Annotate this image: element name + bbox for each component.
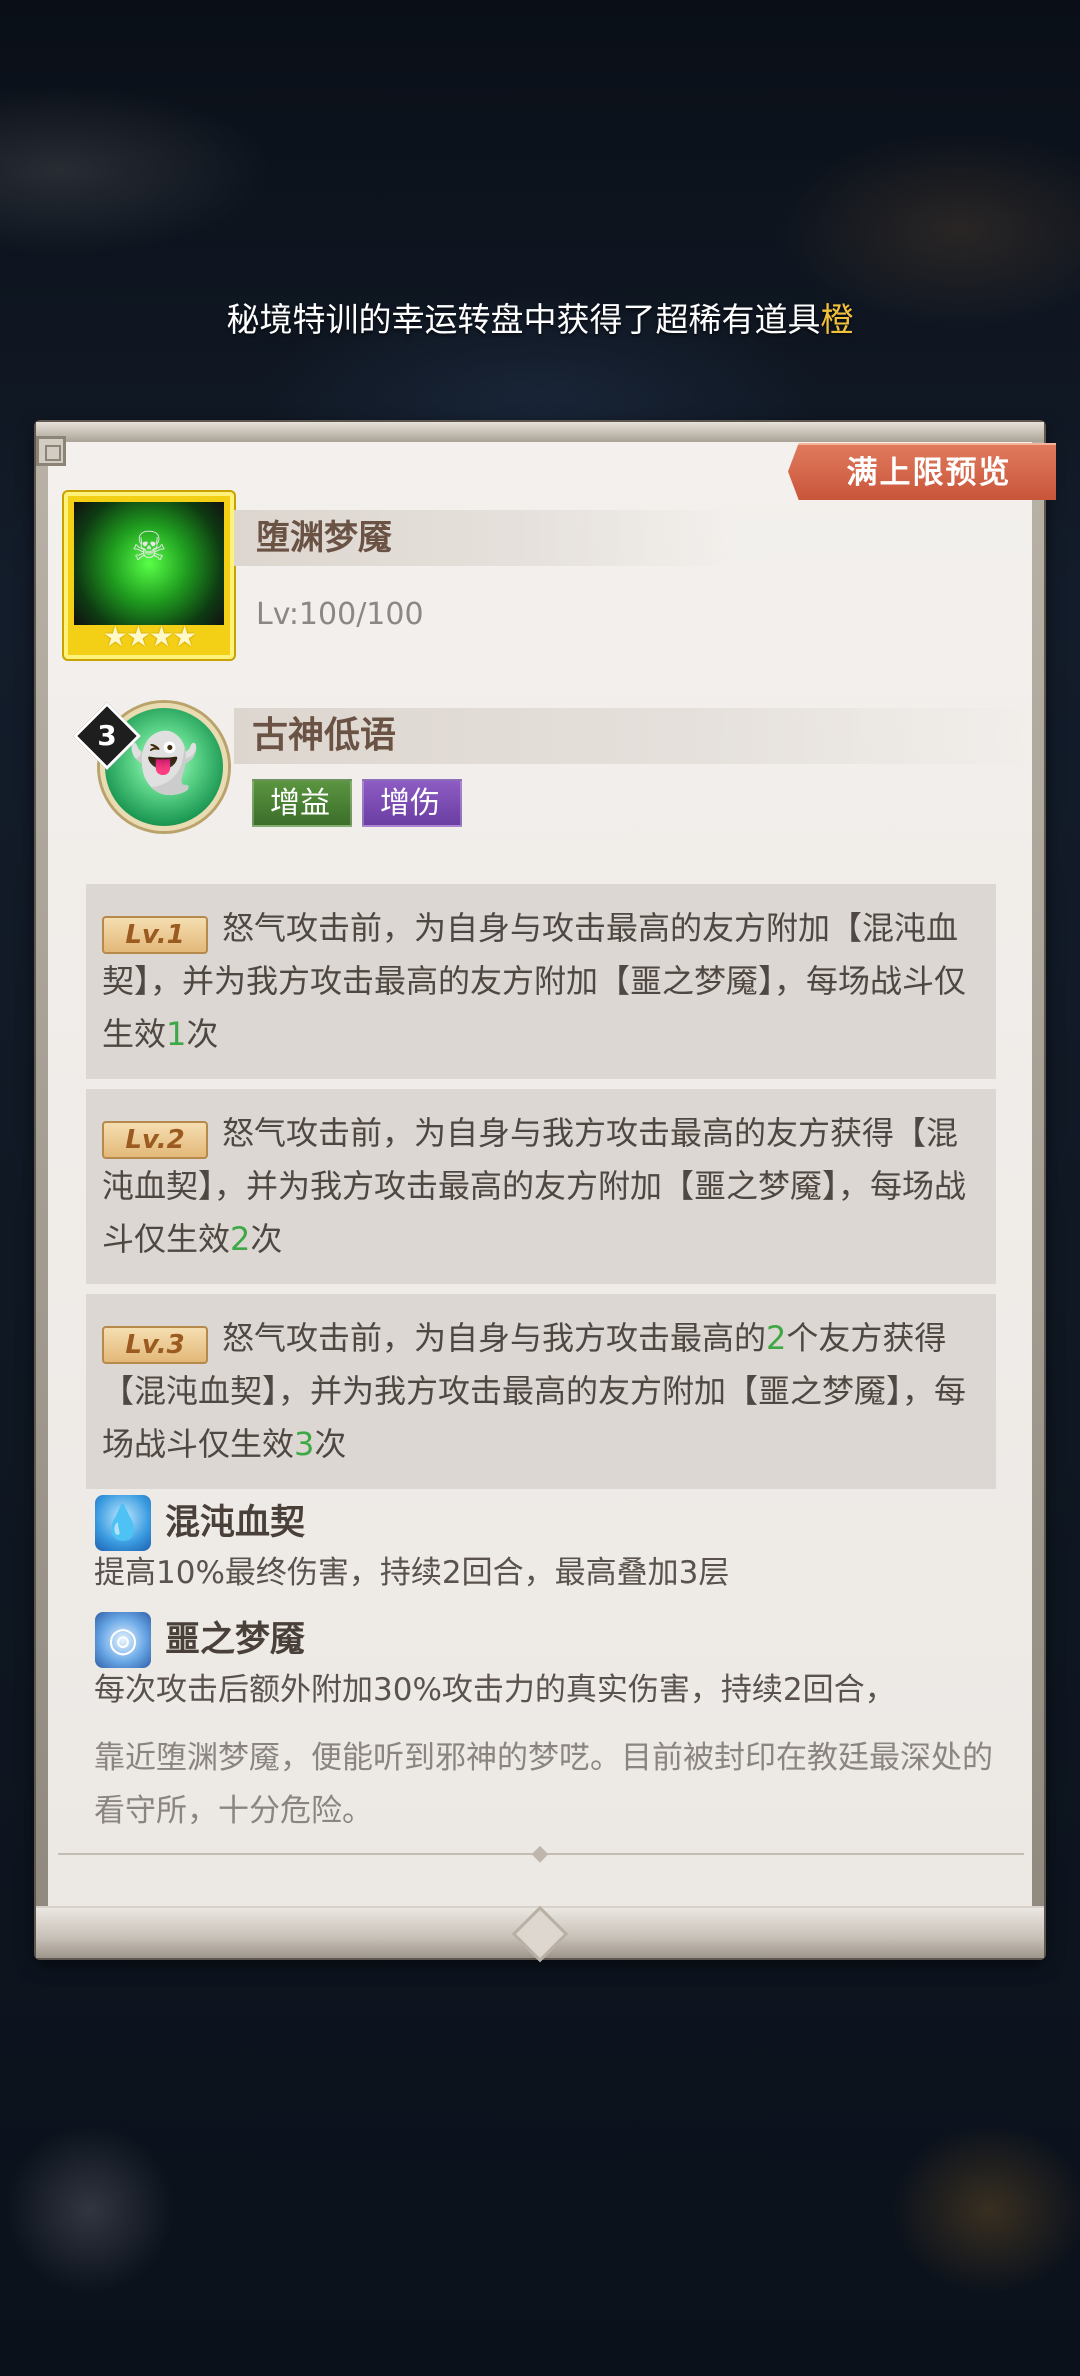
skill-name: 古神低语 bbox=[252, 715, 397, 756]
skull-icon: ☠ bbox=[131, 524, 167, 571]
water-drop-icon: 💧 bbox=[95, 1495, 151, 1551]
level-text: 怒气攻击前，为自身与攻击最高的友方附加【混沌血契】，并为我方攻击最高的友方附加【… bbox=[102, 909, 967, 1053]
eye-icon: ◎ bbox=[95, 1612, 151, 1668]
broadcast-marquee: 秘境特训的幸运转盘中获得了超稀有道具橙 bbox=[0, 290, 1080, 350]
item-name: 堕渊梦魇 bbox=[256, 518, 392, 558]
tag-buff: 增益 bbox=[252, 779, 352, 827]
level-count: 2 bbox=[230, 1220, 251, 1258]
effect-title-nightmare: 噩之梦魇 bbox=[165, 1620, 306, 1660]
skill-level-3: Lv.3 怒气攻击前，为自身与我方攻击最高的2个友方获得【混沌血契】，并为我方攻击… bbox=[86, 1294, 996, 1489]
marquee-text: 秘境特训的幸运转盘中获得了超稀有道具 bbox=[226, 300, 821, 339]
level-badge: Lv.1 bbox=[102, 916, 208, 954]
tag-damage-up: 增伤 bbox=[362, 779, 462, 827]
level-badge: Lv.3 bbox=[102, 1326, 208, 1364]
item-icon: ☠ ★★★★ bbox=[64, 492, 234, 659]
skill-level-1: Lv.1 怒气攻击前，为自身与攻击最高的友方附加【混沌血契】，并为我方攻击最高的友… bbox=[86, 884, 996, 1079]
skill-level-2: Lv.2 怒气攻击前，为自身与我方攻击最高的友方获得【混沌血契】，并为我方攻击最高… bbox=[86, 1089, 996, 1284]
star-rating: ★★★★ bbox=[102, 620, 197, 653]
marquee-highlight: 橙 bbox=[820, 300, 854, 339]
level-count: 3 bbox=[294, 1425, 315, 1463]
panel-top-frame bbox=[36, 422, 1044, 442]
effect-desc-chaos-blood-pact: 提高10%最终伤害，持续2回合，最高叠加3层 bbox=[94, 1555, 730, 1591]
level-target-count: 2 bbox=[766, 1319, 787, 1357]
max-limit-preview-button[interactable]: 满上限预览 bbox=[788, 443, 1056, 500]
level-text-suffix: 次 bbox=[250, 1220, 283, 1258]
effect-title-chaos-blood-pact: 混沌血契 bbox=[165, 1503, 306, 1543]
level-text: 怒气攻击前，为自身与我方攻击最高的 bbox=[222, 1319, 767, 1357]
level-badge: Lv.2 bbox=[102, 1121, 208, 1159]
item-level: Lv:100/100 bbox=[256, 597, 424, 632]
level-text-suffix: 次 bbox=[186, 1015, 219, 1053]
corner-ornament-top-left bbox=[36, 436, 66, 466]
effect-desc-nightmare: 每次攻击后额外附加30%攻击力的真实伤害，持续2回合， bbox=[94, 1672, 896, 1708]
level-text-suffix: 次 bbox=[314, 1425, 347, 1463]
level-count: 1 bbox=[166, 1015, 187, 1053]
item-art: ☠ bbox=[74, 502, 224, 625]
flavor-text: 靠近堕渊梦魇，便能听到邪神的梦呓。目前被封印在教廷最深处的看守所，十分危险。 bbox=[94, 1740, 993, 1829]
divider-ornament-icon: ◆ bbox=[531, 1841, 549, 1866]
skill-rank-number: 3 bbox=[97, 719, 117, 752]
